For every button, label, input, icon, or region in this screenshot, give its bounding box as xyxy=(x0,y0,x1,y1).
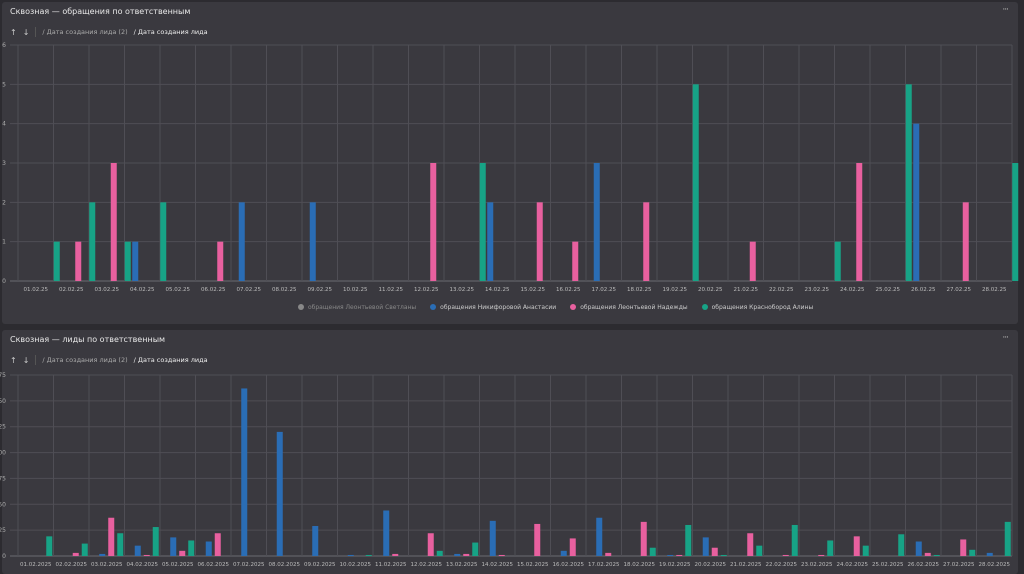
x-tick-label: 14.02.2025 xyxy=(482,562,514,568)
bar xyxy=(969,549,976,556)
x-tick-label: 04.02.2025 xyxy=(127,562,159,568)
bar xyxy=(498,554,505,556)
bar xyxy=(427,533,434,556)
bar xyxy=(915,541,922,556)
bar xyxy=(818,554,825,556)
bar xyxy=(46,536,53,556)
y-tick-label: 150 xyxy=(0,398,6,405)
bar xyxy=(747,533,754,556)
bar xyxy=(214,533,221,556)
bar xyxy=(569,538,576,556)
bar xyxy=(276,431,283,556)
x-tick-label: 13.02.2025 xyxy=(446,562,478,568)
bar xyxy=(853,536,860,556)
y-tick-label: 75 xyxy=(0,475,6,482)
bar xyxy=(241,388,248,556)
bar xyxy=(72,552,79,556)
bar xyxy=(365,554,372,556)
x-tick-label: 28.02.2025 xyxy=(979,562,1011,568)
y-tick-label: 0 xyxy=(2,553,6,560)
bar xyxy=(454,553,461,556)
chart-leads: 025507510012515017501.02.202502.02.20250… xyxy=(0,372,1013,568)
bar xyxy=(560,550,567,556)
x-tick-label: 15.02.2025 xyxy=(517,562,549,568)
bar xyxy=(756,545,763,556)
bar xyxy=(711,547,718,556)
x-tick-label: 23.02.2025 xyxy=(801,562,833,568)
bar xyxy=(596,517,603,556)
y-tick-label: 50 xyxy=(0,501,6,508)
y-tick-label: 100 xyxy=(0,450,6,457)
bar xyxy=(463,553,470,556)
bar xyxy=(862,545,869,556)
x-tick-label: 18.02.2025 xyxy=(624,562,656,568)
bar xyxy=(534,523,541,556)
y-tick-label: 175 xyxy=(0,372,6,379)
bar xyxy=(152,527,159,556)
x-tick-label: 11.02.2025 xyxy=(375,562,407,568)
y-tick-label: 125 xyxy=(0,424,6,431)
bar xyxy=(898,534,905,556)
x-tick-label: 12.02.2025 xyxy=(411,562,443,568)
x-tick-label: 26.02.2025 xyxy=(908,562,940,568)
bar xyxy=(134,545,141,556)
x-tick-label: 24.02.2025 xyxy=(837,562,869,568)
bar xyxy=(1004,521,1011,556)
x-tick-label: 07.02.2025 xyxy=(233,562,265,568)
bar xyxy=(81,543,88,556)
bar xyxy=(117,533,124,556)
bar xyxy=(791,524,798,556)
x-tick-label: 02.02.2025 xyxy=(56,562,88,568)
bar xyxy=(960,539,967,556)
bar xyxy=(108,517,115,556)
bar xyxy=(720,554,727,556)
x-tick-label: 27.02.2025 xyxy=(943,562,975,568)
bar xyxy=(170,537,177,556)
bar xyxy=(143,554,150,556)
x-tick-label: 20.02.2025 xyxy=(695,562,727,568)
bar xyxy=(986,552,993,556)
x-tick-label: 08.02.2025 xyxy=(269,562,301,568)
bar xyxy=(179,550,186,556)
bar xyxy=(383,510,390,556)
bar xyxy=(649,547,656,556)
x-tick-label: 06.02.2025 xyxy=(198,562,230,568)
x-tick-label: 19.02.2025 xyxy=(659,562,691,568)
x-tick-label: 25.02.2025 xyxy=(872,562,904,568)
x-tick-label: 10.02.2025 xyxy=(340,562,372,568)
bar xyxy=(205,541,212,556)
bar xyxy=(827,540,834,556)
bar xyxy=(933,554,940,556)
bar xyxy=(392,553,399,556)
y-tick-label: 25 xyxy=(0,527,6,534)
x-tick-label: 03.02.2025 xyxy=(91,562,123,568)
bar xyxy=(347,554,354,556)
bar xyxy=(924,552,931,556)
x-tick-label: 21.02.2025 xyxy=(730,562,762,568)
bar xyxy=(605,552,612,556)
x-tick-label: 17.02.2025 xyxy=(588,562,620,568)
bar xyxy=(436,550,443,556)
bar xyxy=(472,542,479,556)
bar xyxy=(489,520,496,556)
x-tick-label: 05.02.2025 xyxy=(162,562,194,568)
x-tick-label: 22.02.2025 xyxy=(766,562,798,568)
x-tick-label: 16.02.2025 xyxy=(553,562,585,568)
bar xyxy=(685,524,692,556)
bar xyxy=(640,521,647,556)
bar xyxy=(676,554,683,556)
bar xyxy=(99,553,106,556)
bar xyxy=(702,537,709,556)
x-tick-label: 01.02.2025 xyxy=(20,562,52,568)
x-tick-label: 09.02.2025 xyxy=(304,562,336,568)
bar xyxy=(782,554,789,556)
bar xyxy=(188,540,195,556)
bar xyxy=(312,526,319,556)
bar xyxy=(667,554,674,556)
